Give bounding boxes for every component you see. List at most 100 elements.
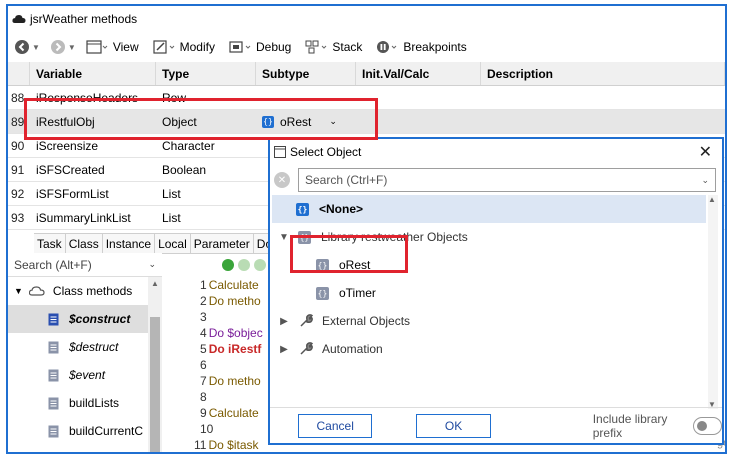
list-item-none[interactable]: {} <None>: [272, 195, 706, 223]
variable-type[interactable]: List: [156, 211, 256, 225]
header-init[interactable]: Init.Val/Calc: [356, 62, 481, 85]
prefix-label: Include library prefix: [592, 411, 668, 440]
forward-button[interactable]: ▼: [50, 39, 76, 55]
method-item-construct[interactable]: $construct: [8, 305, 162, 333]
list-item-external[interactable]: ▶ External Objects: [272, 307, 706, 335]
table-row[interactable]: 88 iResponseHeaders Row: [8, 86, 725, 110]
variable-type[interactable]: Row: [156, 91, 256, 105]
variable-type[interactable]: Boolean: [156, 163, 256, 177]
header-description[interactable]: Description: [481, 62, 725, 85]
variable-name[interactable]: iRestfulObj: [30, 115, 156, 129]
methods-scrollbar[interactable]: ▲: [148, 277, 162, 452]
method-doc-icon: [48, 397, 59, 409]
method-item-buildcurrent[interactable]: buildCurrentC: [8, 417, 162, 445]
subtype-dropdown[interactable]: {} oRest ⌄: [256, 115, 356, 129]
code-toolbar: [162, 253, 282, 277]
tab-task[interactable]: Task: [34, 234, 66, 254]
variable-name[interactable]: iSummaryLinkList: [30, 211, 156, 225]
ok-button[interactable]: OK: [416, 413, 491, 438]
library-label: Library restweather Objects: [321, 230, 468, 244]
chevron-right-icon[interactable]: ▶: [276, 344, 292, 355]
modify-label: Modify: [179, 40, 215, 54]
dialog-search-input[interactable]: Search (Ctrl+F) ⌄: [298, 168, 716, 192]
code-line[interactable]: 6: [162, 357, 282, 373]
modify-menu[interactable]: Modify: [153, 40, 215, 54]
chevron-down-icon[interactable]: ⌄: [329, 116, 337, 127]
code-line[interactable]: 1 Calculate: [162, 277, 282, 293]
header-type[interactable]: Type: [156, 62, 256, 85]
list-item-library[interactable]: ▼ {} Library restweather Objects: [272, 223, 706, 251]
chevron-down-icon[interactable]: ▼: [276, 232, 292, 243]
back-arrow-icon: [15, 40, 29, 54]
method-name: buildCurrentC: [69, 424, 144, 438]
methods-search[interactable]: Search (Alt+F) ⌄: [8, 253, 162, 277]
view-icon: [86, 40, 108, 54]
method-item-event[interactable]: $event: [8, 361, 162, 389]
chevron-up-icon[interactable]: ▲: [151, 279, 159, 288]
code-text: Do $itask: [208, 438, 259, 452]
line-number: 7: [200, 374, 207, 388]
code-line[interactable]: 8: [162, 389, 282, 405]
dialog-scrollbar[interactable]: ▲ ▼: [708, 195, 718, 409]
chevron-up-icon[interactable]: ▲: [708, 195, 716, 204]
code-line[interactable]: 7 Do metho: [162, 373, 282, 389]
variable-type[interactable]: Object: [156, 115, 256, 129]
method-item-buildlists[interactable]: buildLists: [8, 389, 162, 417]
clear-search-icon[interactable]: ✕: [274, 172, 290, 188]
stack-menu[interactable]: Stack: [305, 40, 362, 54]
class-methods-group[interactable]: ▼ Class methods: [8, 277, 162, 305]
tab-class[interactable]: Class: [65, 234, 103, 254]
variable-type[interactable]: List: [156, 187, 256, 201]
object-icon: {}: [316, 258, 329, 272]
back-button[interactable]: ▼: [14, 39, 40, 55]
list-item-otimer[interactable]: {} oTimer: [272, 279, 706, 307]
view-menu[interactable]: View: [86, 40, 139, 54]
variable-type[interactable]: Character: [156, 139, 256, 153]
variable-name[interactable]: iScreensize: [30, 139, 156, 153]
table-row-selected[interactable]: 89 iRestfulObj Object {} oRest ⌄: [8, 110, 725, 134]
run-icon[interactable]: [222, 259, 234, 271]
step-icon[interactable]: [238, 259, 250, 271]
wrench-icon: [300, 342, 314, 355]
variable-name[interactable]: iResponseHeaders: [30, 91, 156, 105]
close-icon[interactable]: ✕: [699, 142, 712, 162]
chevron-down-icon[interactable]: ⌄: [148, 259, 156, 270]
tab-local[interactable]: Local: [155, 234, 191, 254]
debug-label: Debug: [255, 40, 292, 54]
line-number: 4: [200, 326, 207, 340]
chevron-down-icon[interactable]: ▼: [14, 286, 23, 296]
step-over-icon[interactable]: [254, 259, 266, 271]
include-prefix-toggle[interactable]: [693, 416, 722, 435]
variable-name[interactable]: iSFSCreated: [30, 163, 156, 177]
breakpoints-label: Breakpoints: [403, 40, 467, 54]
code-line[interactable]: 5 Do iRestf: [162, 341, 282, 357]
header-variable[interactable]: Variable: [30, 62, 156, 85]
code-line[interactable]: 3: [162, 309, 282, 325]
method-name: $destruct: [69, 340, 119, 354]
tab-instance[interactable]: Instance: [102, 234, 156, 254]
code-line[interactable]: 4 Do $objec: [162, 325, 282, 341]
automation-label: Automation: [322, 342, 383, 356]
chevron-down-icon[interactable]: ⌄: [701, 175, 709, 186]
list-item-orest[interactable]: {} oRest: [272, 251, 706, 279]
scrollbar-thumb[interactable]: [150, 317, 160, 452]
header-subtype[interactable]: Subtype: [256, 62, 356, 85]
code-line[interactable]: 11 Do $itask: [162, 437, 282, 452]
variable-name[interactable]: iSFSFormList: [30, 187, 156, 201]
debug-menu[interactable]: Debug: [229, 40, 291, 54]
dialog-title: Select Object: [290, 145, 362, 159]
dialog-search-placeholder: Search (Ctrl+F): [305, 173, 388, 187]
code-line[interactable]: 10: [162, 421, 282, 437]
code-line[interactable]: 9 Calculate: [162, 405, 282, 421]
code-line[interactable]: 2 Do metho: [162, 293, 282, 309]
list-item-automation[interactable]: ▶ Automation: [272, 335, 706, 363]
grid-header: Variable Type Subtype Init.Val/Calc Desc…: [8, 62, 725, 86]
tab-parameter[interactable]: Parameter: [190, 234, 254, 254]
chevron-down-icon: ▼: [32, 42, 40, 52]
otimer-label: oTimer: [339, 286, 376, 300]
breakpoints-menu[interactable]: Breakpoints: [376, 40, 467, 54]
method-item-destruct[interactable]: $destruct: [8, 333, 162, 361]
cancel-button[interactable]: Cancel: [298, 413, 373, 438]
code-editor[interactable]: 1 Calculate 2 Do metho 3 4 Do $objec 5 Do iR…: [162, 253, 282, 452]
chevron-right-icon[interactable]: ▶: [276, 316, 292, 327]
